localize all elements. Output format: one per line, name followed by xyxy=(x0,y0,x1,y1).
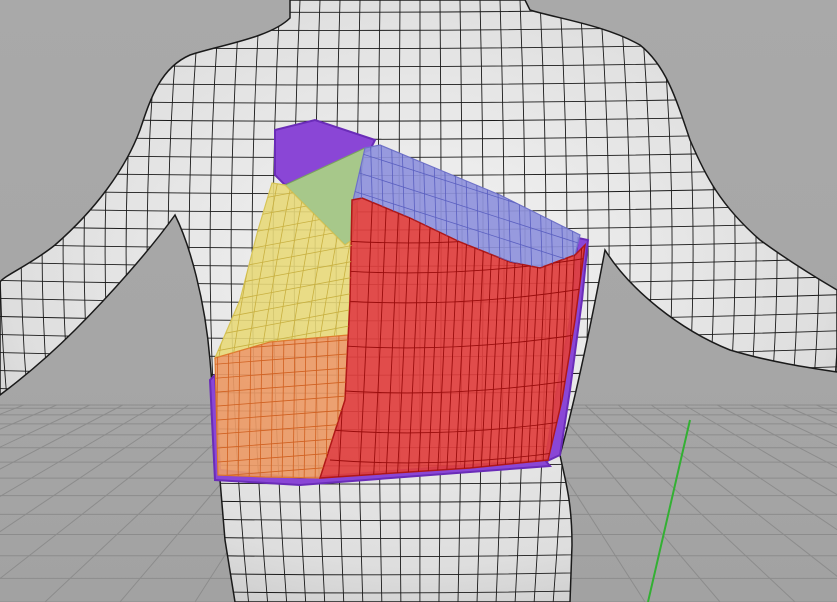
body-wire-col xyxy=(125,0,154,602)
3d-scene[interactable] xyxy=(0,0,837,602)
body-wire-col xyxy=(104,0,135,602)
perspective-viewport[interactable] xyxy=(0,0,837,602)
